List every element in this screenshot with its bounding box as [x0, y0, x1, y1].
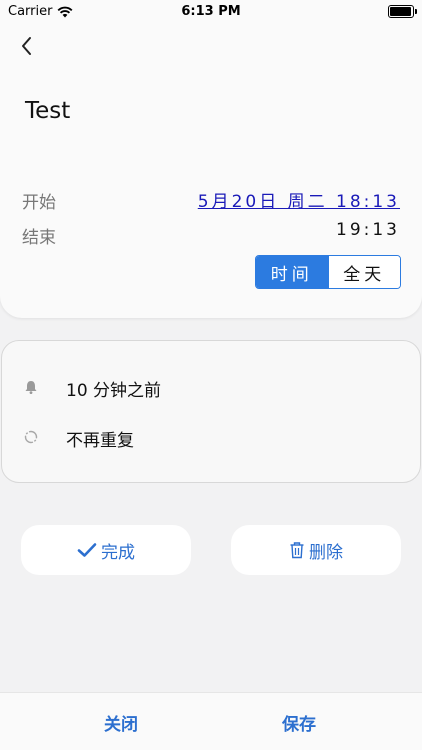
- chevron-left-icon: [22, 37, 31, 55]
- end-label: 结束: [22, 228, 56, 248]
- bell-icon: [25, 381, 37, 394]
- event-editor-screen: Carrier 6:13 PM Test 开始 5月20日 周二 18:13 结…: [0, 0, 422, 750]
- allday-mode-option[interactable]: 全天: [327, 256, 400, 288]
- bottom-toolbar: 关闭 保存: [0, 692, 422, 750]
- done-button[interactable]: 完成: [21, 525, 191, 575]
- reminder-row[interactable]: 10 分钟之前: [2, 372, 420, 402]
- start-label: 开始: [22, 193, 56, 213]
- status-time: 6:13 PM: [181, 4, 241, 19]
- repeat-row[interactable]: 不再重复: [2, 422, 420, 452]
- time-mode-option[interactable]: 时间: [256, 256, 328, 288]
- close-button[interactable]: 关闭: [104, 710, 138, 735]
- battery-level: [390, 7, 411, 16]
- back-button[interactable]: [14, 32, 40, 60]
- delete-label: 删除: [309, 542, 343, 563]
- event-title[interactable]: Test: [25, 98, 70, 124]
- save-button[interactable]: 保存: [282, 710, 316, 735]
- checkmark-icon: [77, 543, 97, 557]
- battery-icon: [388, 5, 417, 18]
- event-detail-card: Carrier 6:13 PM Test 开始 5月20日 周二 18:13 结…: [0, 0, 422, 318]
- delete-button[interactable]: 删除: [231, 525, 401, 575]
- repeat-icon: [24, 430, 38, 444]
- done-label: 完成: [101, 542, 135, 563]
- event-options-card: 10 分钟之前 不再重复: [1, 340, 421, 483]
- reminder-label: 10 分钟之前: [66, 381, 162, 401]
- status-bar: Carrier 6:13 PM: [0, 0, 422, 24]
- trash-icon: [290, 542, 304, 559]
- start-datetime-link[interactable]: 5月20日 周二 18:13: [198, 187, 400, 212]
- time-mode-toggle: 时间 全天: [255, 255, 401, 289]
- repeat-label: 不再重复: [66, 431, 134, 451]
- end-time-value[interactable]: 19:13: [336, 220, 400, 240]
